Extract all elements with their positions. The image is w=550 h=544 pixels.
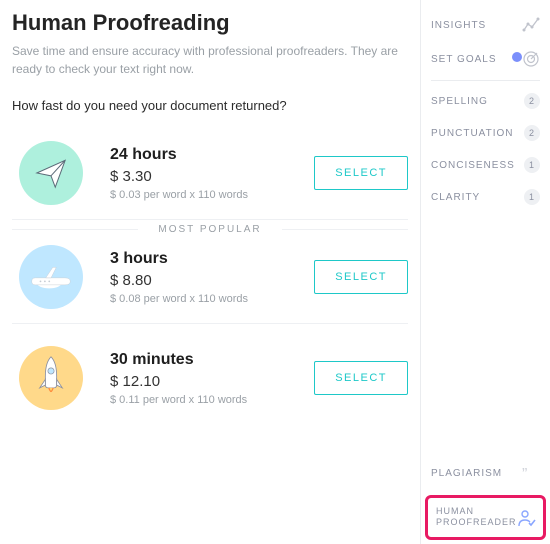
- paper-plane-icon: [12, 141, 90, 205]
- tier-per: $ 0.08 per word x 110 words: [110, 293, 294, 305]
- goals-notification-dot: [512, 52, 522, 62]
- tier-per: $ 0.11 per word x 110 words: [110, 394, 294, 406]
- quote-icon: ”: [522, 465, 540, 483]
- sidebar-label: INSIGHTS: [431, 20, 522, 31]
- sidebar-label: SET GOALS: [431, 54, 522, 65]
- sidebar-item-clarity[interactable]: CLARITY 1: [421, 181, 550, 213]
- tier-time: 3 hours: [110, 250, 294, 268]
- sidebar-item-punctuation[interactable]: PUNCTUATION 2: [421, 117, 550, 149]
- tier-price: $ 3.30: [110, 168, 294, 185]
- count-badge: 2: [524, 125, 540, 141]
- sidebar-goals[interactable]: SET GOALS: [421, 42, 550, 76]
- count-badge: 1: [524, 189, 540, 205]
- select-button[interactable]: SELECT: [314, 361, 408, 395]
- tier-time: 24 hours: [110, 146, 294, 164]
- sidebar-plagiarism[interactable]: PLAGIARISM ”: [421, 457, 550, 491]
- tier-price: $ 12.10: [110, 373, 294, 390]
- sidebar-label: CONCISENESS: [431, 160, 524, 171]
- page-subtitle: Save time and ensure accuracy with profe…: [12, 42, 408, 78]
- page-title: Human Proofreading: [12, 10, 408, 36]
- sidebar-item-spelling[interactable]: SPELLING 2: [421, 85, 550, 117]
- tier-per: $ 0.03 per word x 110 words: [110, 189, 294, 201]
- sidebar-item-conciseness[interactable]: CONCISENESS 1: [421, 149, 550, 181]
- sidebar-human-proofreader[interactable]: HUMAN PROOFREADER: [425, 495, 546, 540]
- tier-30m: 30 minutes $ 12.10 $ 0.11 per word x 110…: [12, 324, 408, 424]
- tier-time: 30 minutes: [110, 351, 294, 369]
- sidebar-insights[interactable]: INSIGHTS: [421, 8, 550, 42]
- tier-24h: 24 hours $ 3.30 $ 0.03 per word x 110 wo…: [12, 133, 408, 220]
- select-button[interactable]: SELECT: [314, 260, 408, 294]
- sidebar-label: SPELLING: [431, 96, 524, 107]
- divider: [431, 80, 540, 81]
- insights-icon: [522, 16, 540, 34]
- sidebar-label: PLAGIARISM: [431, 468, 522, 479]
- rocket-icon: [12, 346, 90, 410]
- sidebar-label: PUNCTUATION: [431, 128, 524, 139]
- airplane-icon: [12, 245, 90, 309]
- svg-text:”: ”: [522, 466, 528, 483]
- select-button[interactable]: SELECT: [314, 156, 408, 190]
- tier-3h: 3 hours $ 8.80 $ 0.08 per word x 110 wor…: [12, 237, 408, 324]
- count-badge: 1: [524, 157, 540, 173]
- tier-price: $ 8.80: [110, 272, 294, 289]
- count-badge: 2: [524, 93, 540, 109]
- sidebar-label: HUMAN PROOFREADER: [436, 506, 517, 529]
- person-check-icon: [517, 508, 535, 526]
- target-icon: [522, 50, 540, 68]
- speed-question: How fast do you need your document retur…: [12, 98, 408, 113]
- sidebar-label: CLARITY: [431, 192, 524, 203]
- most-popular-tag: MOST POPULAR: [12, 224, 408, 235]
